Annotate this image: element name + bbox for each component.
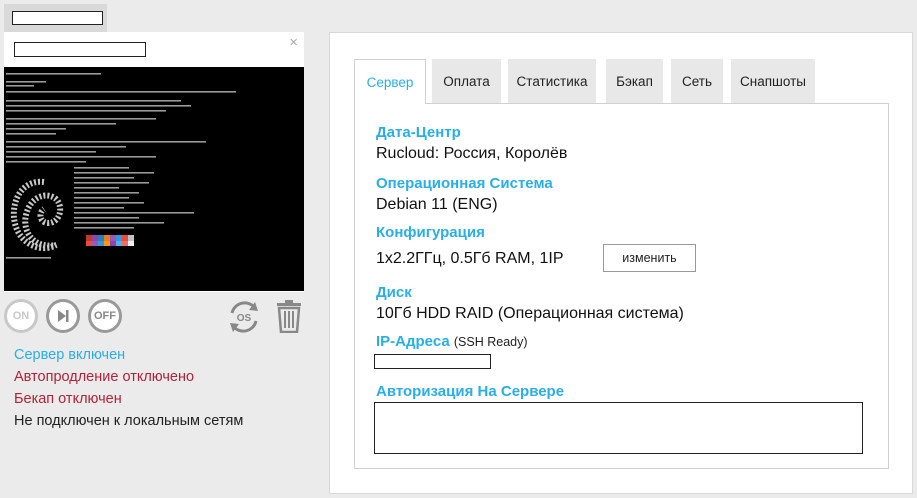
power-on-icon[interactable]: ON — [4, 299, 38, 333]
config-title: Конфигурация — [376, 224, 485, 241]
console-card: × — [4, 32, 304, 292]
console-output — [6, 73, 236, 259]
auth-title: Авторизация На Сервере — [376, 383, 565, 400]
ip-title: IP-Адреса (SSH Ready) — [376, 333, 528, 350]
trash-icon[interactable] — [276, 299, 302, 334]
debian-swirl-icon — [10, 178, 64, 252]
datacenter-value: Rucloud: Россия, Королёв — [376, 145, 568, 162]
status-server-on: Сервер включен — [14, 347, 126, 363]
os-title: Операционная Система — [376, 175, 553, 192]
server-controls: ON OFF OS — [4, 297, 304, 337]
tab-payment[interactable]: Оплата — [432, 59, 501, 103]
close-icon[interactable]: × — [289, 34, 298, 51]
tab-backup[interactable]: Бэкап — [606, 59, 663, 103]
status-local-networks: Не подключен к локальным сетям — [14, 413, 244, 429]
play-next-icon[interactable] — [46, 299, 80, 333]
disk-value: 10Гб HDD RAID (Операционная система) — [376, 305, 684, 322]
os-value: Debian 11 (ENG) — [376, 196, 498, 213]
console-screen[interactable] — [4, 67, 304, 291]
tab-server[interactable]: Сервер — [354, 59, 426, 104]
console-text-lines — [6, 73, 236, 163]
change-config-button[interactable]: изменить — [603, 244, 696, 272]
server-name-tab[interactable] — [4, 4, 107, 32]
datacenter-title: Дата-Центр — [376, 124, 461, 141]
ip-address-field — [374, 354, 491, 369]
console-title-field — [14, 42, 146, 57]
auth-details-field — [374, 402, 863, 454]
status-autorenew: Автопродление отключено — [14, 369, 195, 385]
tab-statistics[interactable]: Статистика — [508, 59, 596, 103]
ssh-ready-note: (SSH Ready) — [453, 335, 528, 349]
disk-title: Диск — [376, 284, 412, 301]
server-name-field — [12, 11, 103, 25]
color-palette — [86, 235, 134, 246]
svg-text:OS: OS — [237, 313, 252, 324]
status-backup: Бекап отключен — [14, 391, 122, 407]
tab-network[interactable]: Сеть — [671, 59, 723, 103]
config-value: 1x2.2ГГц, 0.5Гб RAM, 1IP — [376, 250, 564, 267]
tab-snapshots[interactable]: Снапшоты — [731, 59, 815, 103]
reinstall-os-icon[interactable]: OS — [224, 297, 264, 337]
server-tab-content: Дата-Центр Rucloud: Россия, Королёв Опер… — [354, 103, 889, 469]
server-preview-panel: × ON OFF OS Сервер включен Автопродление… — [4, 32, 304, 497]
server-details-panel: Сервер Оплата Статистика Бэкап Сеть Снап… — [329, 32, 913, 494]
server-status-list: Сервер включен Автопродление отключено Б… — [14, 344, 243, 432]
ip-title-label: IP-Адреса — [376, 333, 450, 350]
power-off-icon[interactable]: OFF — [88, 299, 122, 333]
